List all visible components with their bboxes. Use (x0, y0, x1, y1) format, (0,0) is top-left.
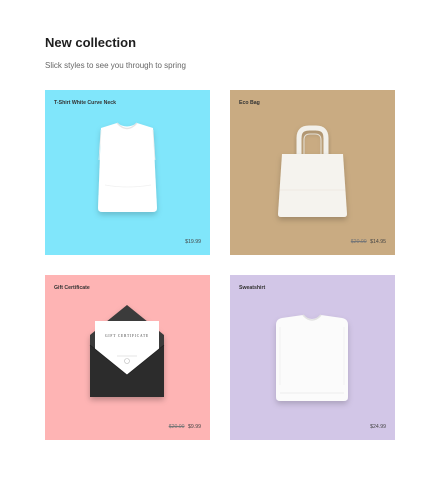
folded-sweatshirt-icon (276, 314, 348, 401)
product-current-price: $9.99 (188, 424, 201, 430)
product-old-price: $20.00 (350, 239, 367, 245)
tote-bag-icon (278, 125, 347, 217)
product-price: $20.00 $9.99 (169, 424, 201, 430)
product-card-eco-bag[interactable]: Eco Bag $20.00 $14.95 (230, 90, 395, 255)
product-name: Gift Certificate (54, 285, 90, 291)
collection-header: New collection Slick styles to see you t… (45, 35, 186, 71)
page-subtitle: Slick styles to see you through to sprin… (45, 61, 186, 70)
product-price: $19.99 (185, 239, 201, 245)
product-current-price: $14.95 (370, 239, 386, 245)
page-title: New collection (45, 35, 137, 50)
folded-tshirt-icon (98, 122, 157, 212)
gift-card-label: GIFT CERTIFICATE (105, 334, 149, 338)
product-old-price: $20.00 (168, 424, 185, 430)
product-card-sweatshirt[interactable]: Sweatshirt $24.99 (230, 275, 395, 440)
product-name: Sweatshirt (239, 285, 266, 291)
product-price: $24.99 (370, 424, 386, 430)
product-price: $20.00 $14.95 (351, 239, 386, 245)
product-current-price: $19.99 (185, 239, 201, 245)
product-card-gift-certificate[interactable]: GIFT CERTIFICATE Gift Certificate $20.00… (45, 275, 210, 440)
product-card-tshirt[interactable]: T-Shirt White Curve Neck $19.99 (45, 90, 210, 255)
gift-card-text: GIFT CERTIFICATE (105, 334, 149, 338)
product-name: T-Shirt White Curve Neck (54, 100, 116, 106)
product-name: Eco Bag (239, 100, 260, 106)
product-current-price: $24.99 (370, 424, 386, 430)
